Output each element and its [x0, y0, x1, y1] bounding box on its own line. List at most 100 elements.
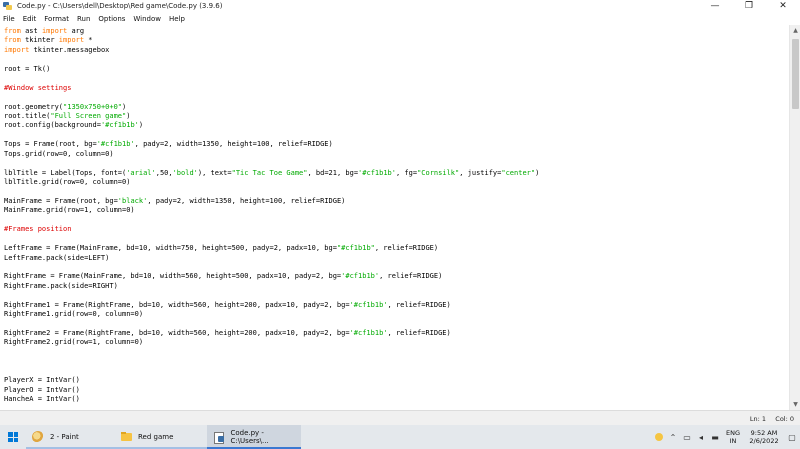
scroll-down-arrow-icon[interactable]: ▼ [790, 399, 800, 410]
code-line[interactable]: PlayerX = IntVar() [4, 376, 539, 385]
taskbar-item-paint[interactable]: 2 - Paint [26, 425, 114, 449]
menu-help[interactable]: Help [169, 15, 185, 23]
code-token: "#cf1b1b" [336, 244, 375, 253]
code-line[interactable]: LeftFrame.pack(side=LEFT) [4, 254, 539, 263]
code-line[interactable]: from tkinter import * [4, 36, 539, 45]
code-line[interactable]: from ast import arg [4, 27, 539, 36]
code-line[interactable]: #Window settings [4, 84, 539, 93]
python-file-icon [213, 431, 225, 444]
code-line[interactable]: root.title("Full Screen game") [4, 112, 539, 121]
battery-icon[interactable]: ▬ [708, 425, 722, 449]
code-token: "1350x750+0+0" [63, 102, 123, 111]
code-line[interactable]: import tkinter.messagebox [4, 46, 539, 55]
vertical-scrollbar[interactable]: ▲ ▼ [789, 25, 800, 410]
code-token: , justify= [459, 168, 502, 177]
code-token: ast [20, 27, 42, 35]
code-token: , fg= [395, 168, 418, 177]
code-token: from [4, 27, 21, 35]
code-line[interactable]: Tops.grid(row=0, column=0) [4, 150, 539, 159]
code-line[interactable]: HancheA = IntVar() [4, 395, 539, 404]
code-line[interactable]: lblTitle = Label(Tops, font=('arial',50,… [4, 169, 539, 178]
notification-icon[interactable]: ▢ [784, 425, 800, 449]
code-token: RightFrame = Frame(MainFrame, bd=10, wid… [4, 272, 342, 281]
code-token: '#cf1b1b' [96, 140, 135, 149]
menu-file[interactable]: File [3, 15, 15, 23]
scroll-up-arrow-icon[interactable]: ▲ [790, 25, 800, 36]
code-token: , bd=21, bg= [307, 168, 359, 177]
code-editor[interactable]: from ast import arg from tkinter import *… [0, 25, 789, 410]
code-token: 'black' [117, 196, 148, 205]
code-token: ), text= [197, 168, 232, 177]
code-token: import [4, 45, 30, 54]
paint-icon [32, 431, 44, 443]
taskbar-item-red-game[interactable]: Red game [114, 425, 207, 449]
title-bar: Code.py - C:\Users\dell\Desktop\Red game… [0, 0, 800, 12]
code-line[interactable] [4, 159, 539, 168]
code-line[interactable] [4, 348, 539, 357]
code-line[interactable]: RightFrame.pack(side=RIGHT) [4, 282, 539, 291]
menu-window[interactable]: Window [133, 15, 161, 23]
show-hidden-icons-icon[interactable]: ⌃ [666, 425, 680, 449]
code-line[interactable] [4, 187, 539, 196]
code-token: "center" [501, 168, 536, 177]
code-token: "Full Screen game" [50, 111, 127, 120]
system-tray: ⌃ ▭ ◂ ▬ ENG IN 9:52 AM 2/6/2022 ▢ [652, 425, 800, 449]
code-line[interactable] [4, 320, 539, 329]
weather-icon[interactable] [652, 425, 666, 449]
code-token: '#cf1b1b' [349, 300, 388, 309]
windows-logo-icon [8, 432, 18, 442]
clock[interactable]: 9:52 AM 2/6/2022 [744, 429, 784, 445]
code-line[interactable] [4, 235, 539, 244]
code-token: Tops = Frame(root, bg= [4, 140, 97, 149]
code-token: lblTitle = Label(Tops, font=( [4, 168, 127, 177]
code-line[interactable] [4, 93, 539, 102]
code-line[interactable]: root.geometry("1350x750+0+0") [4, 103, 539, 112]
code-line[interactable] [4, 367, 539, 376]
code-line[interactable]: RightFrame2 = Frame(RightFrame, bd=10, w… [4, 329, 539, 338]
network-icon[interactable]: ▭ [680, 425, 694, 449]
taskbar-item-label: Code.py - C:\Users\... [230, 429, 269, 445]
code-line[interactable]: RightFrame1.grid(row=0, column=0) [4, 310, 539, 319]
code-token: tkinter.messagebox [29, 45, 110, 54]
code-line[interactable] [4, 216, 539, 225]
menu-edit[interactable]: Edit [23, 15, 37, 23]
menu-format[interactable]: Format [44, 15, 69, 23]
code-line[interactable]: root.config(background='#cf1b1b') [4, 121, 539, 130]
menu-options[interactable]: Options [98, 15, 125, 23]
code-token: lblTitle.grid(row=0, column=0) [4, 178, 131, 186]
code-line[interactable]: #Frames position [4, 225, 539, 234]
code-token: * [84, 36, 93, 45]
volume-icon[interactable]: ◂ [694, 425, 708, 449]
code-line[interactable]: RightFrame = Frame(MainFrame, bd=10, wid… [4, 272, 539, 281]
code-text[interactable]: from ast import arg from tkinter import *… [4, 27, 539, 410]
taskbar-item-code-py[interactable]: Code.py - C:\Users\... [207, 425, 301, 449]
menu-run[interactable]: Run [77, 15, 90, 23]
code-line[interactable]: MainFrame = Frame(root, bg='black', pady… [4, 197, 539, 206]
scroll-thumb[interactable] [792, 39, 799, 109]
code-line[interactable]: root = Tk() [4, 65, 539, 74]
folder-icon [120, 431, 132, 443]
code-line[interactable] [4, 291, 539, 300]
close-button[interactable]: ✕ [766, 0, 800, 12]
code-line[interactable]: RightFrame2.grid(row=1, column=0) [4, 338, 539, 347]
code-line[interactable] [4, 263, 539, 272]
taskbar: 2 - Paint Red game Code.py - C:\Users\..… [0, 425, 800, 449]
code-line[interactable]: MainFrame.grid(row=1, column=0) [4, 206, 539, 215]
code-line[interactable]: Tops = Frame(root, bg='#cf1b1b', pady=2,… [4, 140, 539, 149]
code-line[interactable] [4, 131, 539, 140]
maximize-button[interactable]: ❐ [732, 0, 766, 12]
code-line[interactable] [4, 55, 539, 64]
code-line[interactable]: lblTitle.grid(row=0, column=0) [4, 178, 539, 187]
code-line[interactable]: LeftFrame = Frame(MainFrame, bd=10, widt… [4, 244, 539, 253]
code-token: #Window settings [4, 83, 72, 92]
code-token: "Cornsilk" [417, 168, 460, 177]
code-line[interactable] [4, 357, 539, 366]
language-indicator[interactable]: ENG IN [722, 429, 744, 445]
start-button[interactable] [0, 425, 26, 449]
code-token: from [4, 36, 21, 45]
minimize-button[interactable]: — [698, 0, 732, 12]
code-line[interactable]: RightFrame1 = Frame(RightFrame, bd=10, w… [4, 301, 539, 310]
code-line[interactable]: PlayerO = IntVar() [4, 386, 539, 395]
code-line[interactable] [4, 74, 539, 83]
code-token: , relief=RIDGE) [379, 272, 443, 281]
